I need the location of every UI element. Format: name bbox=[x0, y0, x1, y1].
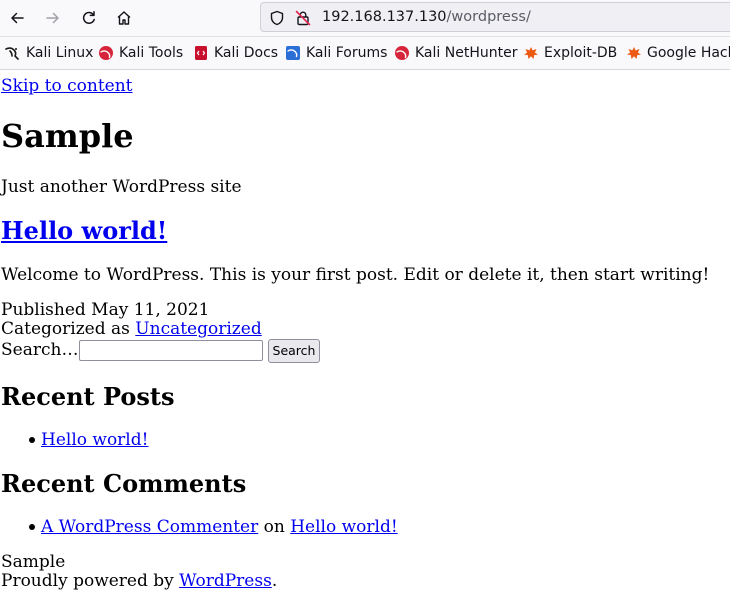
recent-comments-heading: Recent Comments bbox=[1, 469, 247, 498]
footer-powered-by: Proudly powered by WordPress. bbox=[1, 571, 277, 591]
categorized-prefix: Categorized as bbox=[1, 319, 136, 339]
page-viewport: Skip to content Sample Just another Word… bbox=[0, 0, 730, 604]
skip-to-content-link[interactable]: Skip to content bbox=[1, 76, 133, 96]
post-published-date: Published May 11, 2021 bbox=[1, 300, 210, 320]
wordpress-link[interactable]: WordPress bbox=[179, 571, 272, 591]
recent-posts-heading: Recent Posts bbox=[1, 382, 175, 411]
list-bullet bbox=[29, 524, 35, 530]
post-title-link[interactable]: Hello world! bbox=[1, 216, 167, 245]
search-input[interactable] bbox=[79, 340, 263, 361]
post-excerpt: Welcome to WordPress. This is your first… bbox=[1, 265, 710, 285]
powered-prefix: Proudly powered by bbox=[1, 571, 180, 591]
comment-on-text: on bbox=[258, 517, 291, 537]
category-link[interactable]: Uncategorized bbox=[135, 319, 261, 339]
search-label: Search… bbox=[1, 340, 79, 360]
comment-post-link[interactable]: Hello world! bbox=[290, 517, 397, 537]
recent-comment-item: A WordPress Commenter on Hello world! bbox=[41, 517, 398, 537]
search-button[interactable]: Search bbox=[268, 339, 320, 363]
recent-post-link[interactable]: Hello world! bbox=[41, 430, 148, 450]
post-categories: Categorized as Uncategorized bbox=[1, 319, 262, 339]
site-title: Sample bbox=[1, 117, 134, 155]
powered-suffix: . bbox=[271, 571, 278, 591]
list-bullet bbox=[29, 437, 35, 443]
comment-author-link[interactable]: A WordPress Commenter bbox=[41, 517, 258, 537]
footer-site-name: Sample bbox=[1, 552, 66, 572]
site-description: Just another WordPress site bbox=[1, 177, 242, 197]
